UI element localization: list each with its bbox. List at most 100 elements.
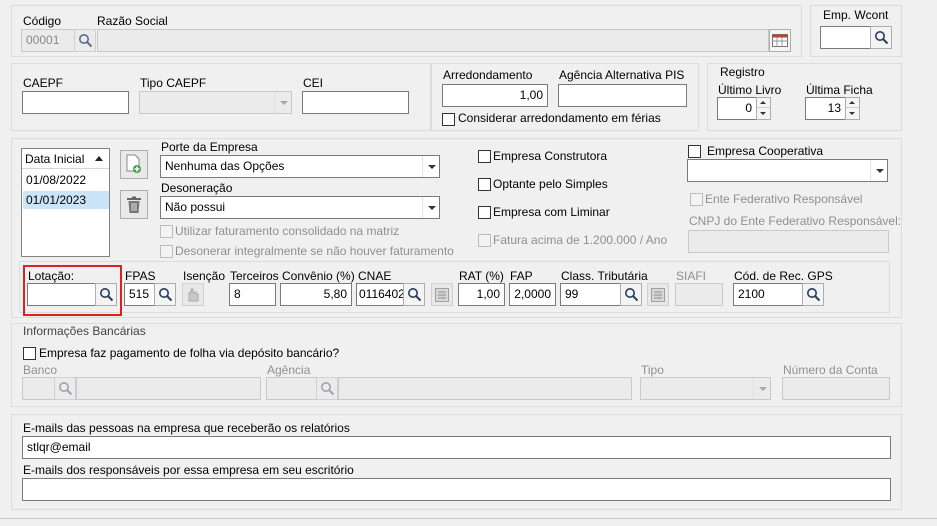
gps-search-button[interactable] xyxy=(802,283,824,306)
bottom-border xyxy=(0,518,937,519)
isencao-button[interactable] xyxy=(182,283,204,306)
desoneracao-label: Desoneração xyxy=(161,181,233,195)
empresa-cooperativa-checkbox[interactable] xyxy=(688,145,701,158)
banco-label: Banco xyxy=(23,363,58,377)
convenio-field[interactable]: 5,80 xyxy=(280,283,352,306)
banco-field[interactable] xyxy=(22,377,55,400)
porte-value: Nenhuma das Opções xyxy=(165,159,285,173)
cei-label: CEI xyxy=(303,76,324,90)
desoneracao-value: Não possui xyxy=(165,200,226,214)
utilizar-faturamento-label: Utilizar faturamento consolidado na matr… xyxy=(175,224,400,238)
empresa-liminar-checkbox[interactable] xyxy=(478,206,491,219)
add-document-icon xyxy=(126,154,141,173)
cnae-list-button[interactable] xyxy=(431,283,453,306)
list-item[interactable]: 01/08/2022 xyxy=(23,171,109,189)
search-icon xyxy=(875,31,889,45)
empresa-liminar-label: Empresa com Liminar xyxy=(493,205,610,219)
emails-responsaveis-field[interactable] xyxy=(22,478,891,501)
cnae-search-button[interactable] xyxy=(403,283,425,306)
banco-search-button[interactable] xyxy=(54,377,76,400)
chevron-down-icon xyxy=(422,197,439,218)
arredondamento-label: Arredondamento xyxy=(443,68,533,82)
ultima-ficha-field[interactable]: 13 xyxy=(805,97,846,120)
emails-pessoas-field[interactable]: stlqr@email xyxy=(22,436,891,459)
emp-wcont-search-button[interactable] xyxy=(870,26,892,49)
ultimo-livro-field[interactable]: 0 xyxy=(717,97,757,120)
tipo-caepf-label: Tipo CAEPF xyxy=(140,76,207,90)
desonerar-label: Desonerar integralmente se não houver fa… xyxy=(175,244,454,258)
delete-record-button[interactable] xyxy=(120,190,148,219)
date-list-header-label: Data Inicial xyxy=(25,152,85,166)
company-table-button[interactable] xyxy=(769,29,791,52)
list-icon xyxy=(651,288,665,302)
date-list[interactable]: Data Inicial 01/08/2022 01/01/2023 xyxy=(21,148,110,257)
terceiros-field[interactable]: 8 xyxy=(229,283,276,306)
class-tributaria-search-button[interactable] xyxy=(620,283,642,306)
ultima-ficha-label: Última Ficha xyxy=(806,83,873,97)
fatura-acima-checkbox[interactable] xyxy=(478,234,491,247)
empresa-construtora-checkbox[interactable] xyxy=(478,150,491,163)
ente-federativo-label: Ente Federativo Responsável xyxy=(705,192,863,206)
numero-conta-label: Número da Conta xyxy=(783,363,878,377)
cnpj-ente-label: CNPJ do Ente Federativo Responsável: xyxy=(689,214,902,228)
add-record-button[interactable] xyxy=(120,150,148,179)
deposito-bancario-checkbox[interactable] xyxy=(23,347,36,360)
numero-conta-field[interactable] xyxy=(782,377,890,400)
agencia-pis-field[interactable] xyxy=(558,84,687,107)
search-icon xyxy=(159,288,173,302)
agencia-field[interactable] xyxy=(266,377,317,400)
caepf-field[interactable] xyxy=(22,91,129,114)
banco-name-field[interactable] xyxy=(76,377,261,400)
agencia-name-field[interactable] xyxy=(338,377,632,400)
gps-field[interactable]: 2100 xyxy=(733,283,803,306)
lotacao-highlight-box xyxy=(23,265,122,316)
cooperativa-select[interactable] xyxy=(687,159,888,182)
desoneracao-select[interactable]: Não possui xyxy=(160,196,440,219)
code-search-button[interactable] xyxy=(74,29,96,52)
tipo-select[interactable] xyxy=(640,377,771,400)
razao-social-label: Razão Social xyxy=(97,14,168,28)
empresa-cooperativa-label: Empresa Cooperativa xyxy=(707,144,824,158)
tipo-label: Tipo xyxy=(641,363,664,377)
search-icon xyxy=(408,288,422,302)
class-tributaria-field[interactable]: 99 xyxy=(560,283,621,306)
list-icon xyxy=(435,288,449,302)
gps-label: Cód. de Rec. GPS xyxy=(734,269,833,283)
class-tributaria-list-button[interactable] xyxy=(647,283,669,306)
desonerar-checkbox[interactable] xyxy=(160,245,173,258)
hand-icon xyxy=(188,288,199,302)
code-label: Código xyxy=(23,14,62,28)
utilizar-faturamento-checkbox[interactable] xyxy=(160,225,173,238)
siafi-field[interactable] xyxy=(675,283,723,306)
convenio-label: Convênio (%) xyxy=(282,269,355,283)
ultimo-livro-spinner[interactable] xyxy=(756,97,771,120)
emails-responsaveis-label: E-mails dos responsáveis por essa empres… xyxy=(23,463,354,477)
considerar-arredondamento-checkbox[interactable] xyxy=(442,113,455,126)
fpas-search-button[interactable] xyxy=(154,283,176,306)
list-item[interactable]: 01/01/2023 xyxy=(23,191,109,209)
code-field[interactable]: 00001 xyxy=(21,29,75,52)
cnae-field[interactable]: 0116402 xyxy=(356,283,404,306)
razao-social-field[interactable] xyxy=(97,29,769,52)
fpas-label: FPAS xyxy=(125,269,156,283)
optante-simples-checkbox[interactable] xyxy=(478,178,491,191)
terceiros-label: Terceiros xyxy=(230,269,279,283)
ultima-ficha-spinner[interactable] xyxy=(845,97,860,120)
cnpj-ente-field[interactable] xyxy=(688,230,889,253)
porte-select[interactable]: Nenhuma das Opções xyxy=(160,155,440,178)
fap-field[interactable]: 2,0000 xyxy=(509,283,556,306)
bank-title: Informações Bancárias xyxy=(23,324,146,338)
date-list-header[interactable]: Data Inicial xyxy=(22,149,109,169)
search-icon xyxy=(625,288,639,302)
fap-label: FAP xyxy=(510,269,533,283)
tipo-caepf-select[interactable] xyxy=(139,91,292,114)
rat-field[interactable]: 1,00 xyxy=(458,283,505,306)
emp-wcont-field[interactable] xyxy=(820,26,872,49)
fpas-field[interactable]: 515 xyxy=(124,283,155,306)
chevron-down-icon xyxy=(753,378,770,399)
agencia-search-button[interactable] xyxy=(316,377,338,400)
ente-federativo-checkbox[interactable] xyxy=(690,193,703,206)
arredondamento-field[interactable]: 1,00 xyxy=(442,84,548,107)
cei-field[interactable] xyxy=(302,91,409,114)
siafi-label: SIAFI xyxy=(676,269,707,283)
